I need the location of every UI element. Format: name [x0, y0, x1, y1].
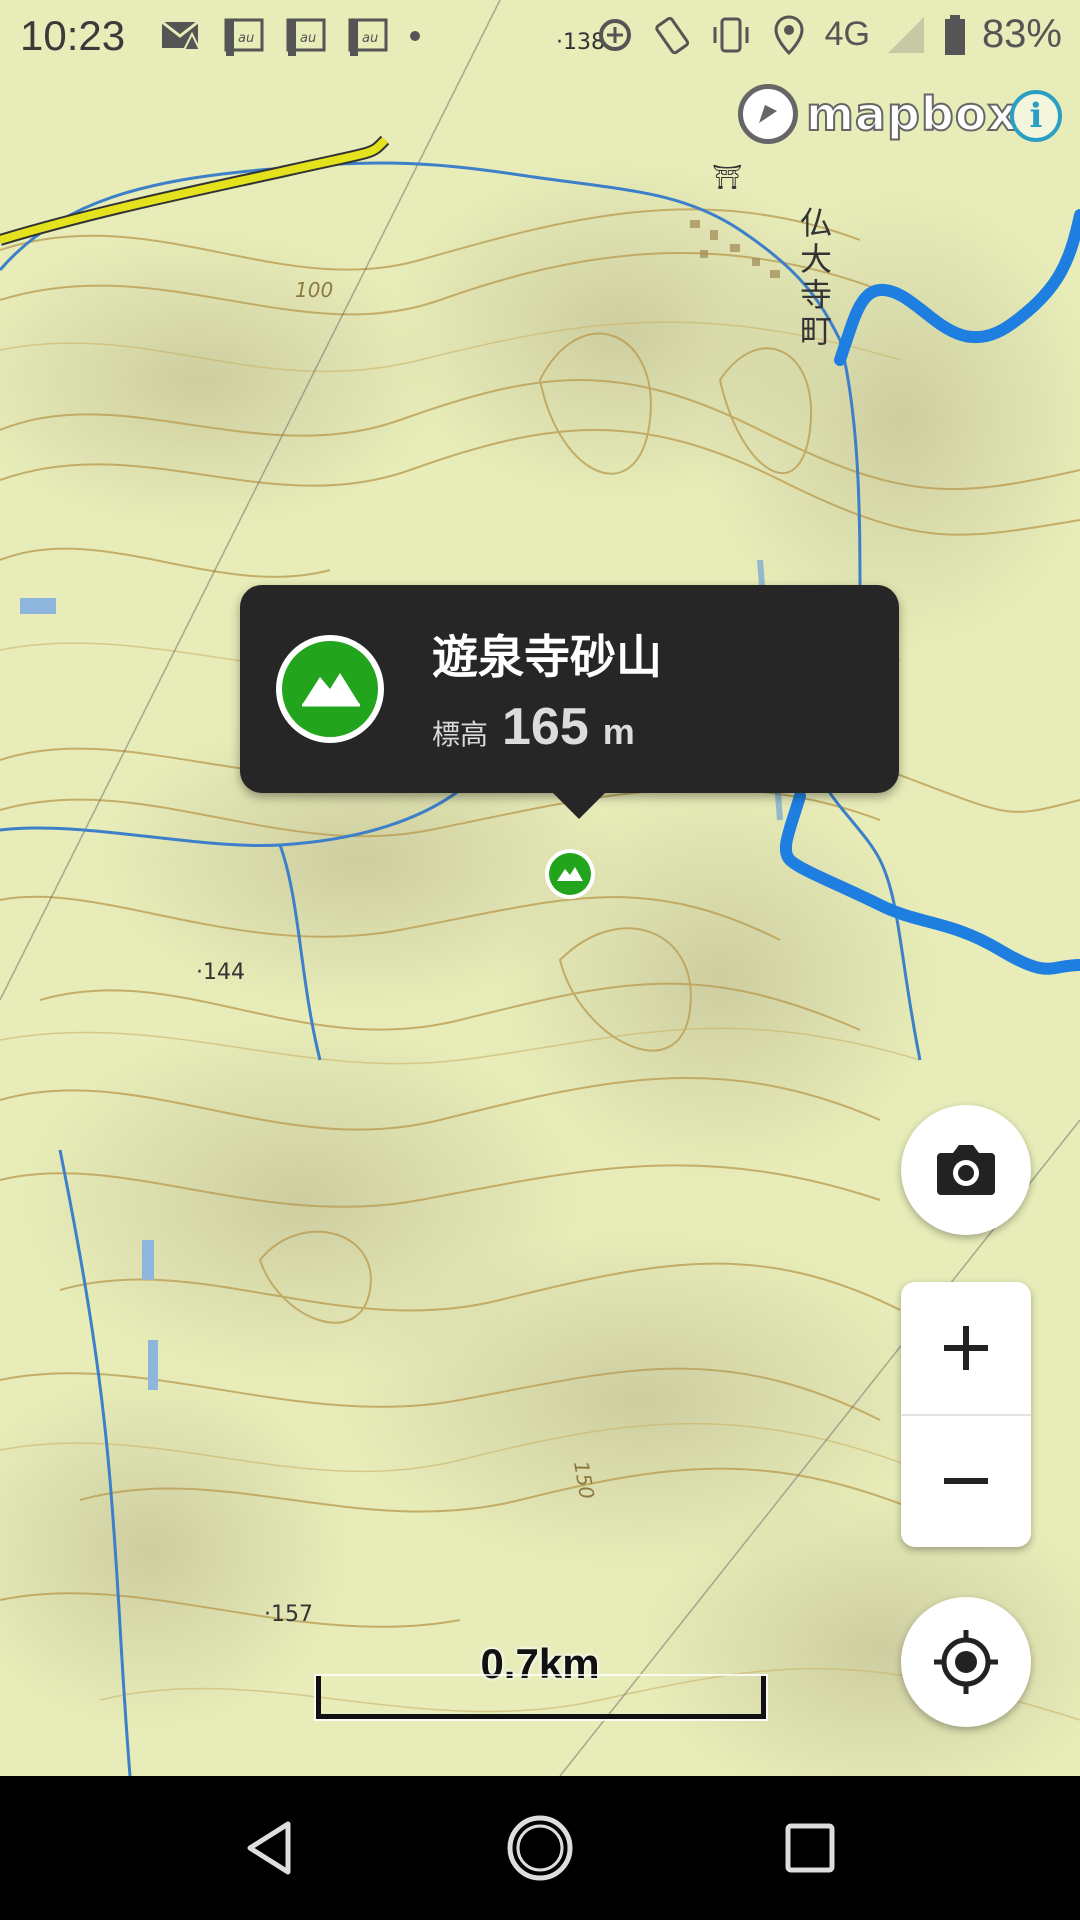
network-type: 4G: [824, 15, 870, 53]
camera-icon: [937, 1145, 995, 1195]
au-notification-icon: au: [348, 18, 388, 56]
scale-line: [316, 1676, 766, 1719]
scale-bar: 0.7km: [316, 1640, 766, 1719]
system-nav-bar: [0, 1776, 1080, 1920]
battery-icon: [944, 14, 965, 55]
elevation-unit: m: [602, 711, 635, 752]
spot-height-value: 144: [203, 960, 245, 985]
my-location-button[interactable]: [901, 1597, 1031, 1727]
mountain-icon: [549, 853, 591, 895]
minus-icon: [944, 1478, 988, 1484]
map-label-spot-144: ·144: [196, 960, 245, 985]
battery-percent: 83%: [981, 12, 1062, 56]
dot-icon: [410, 31, 420, 41]
location-icon: [774, 14, 804, 55]
data-saver-icon: [598, 18, 631, 51]
recents-icon: [785, 1823, 835, 1873]
rotate-icon: [654, 16, 689, 54]
mapbox-logo-icon: [738, 84, 798, 144]
svg-text:au: au: [362, 31, 378, 46]
crosshair-icon: [934, 1630, 998, 1694]
status-time: 10:23: [20, 12, 126, 59]
back-icon: [247, 1821, 291, 1875]
home-icon: [507, 1815, 573, 1881]
plus-icon: [944, 1326, 988, 1370]
elevation-row: 標高 165 m: [432, 697, 635, 757]
mapbox-logo-text: mapbox: [805, 86, 1019, 142]
map-label-town-char: 町: [800, 312, 833, 350]
mountain-icon: [276, 635, 384, 743]
status-bar: 10:23 au au au 4G 83%: [0, 0, 1080, 76]
system-icons: 4G 83%: [593, 12, 1062, 57]
back-button[interactable]: [218, 1798, 318, 1898]
camera-button[interactable]: [901, 1105, 1031, 1235]
map-label-town: 仏 大 寺 町: [800, 205, 840, 349]
zoom-in-button[interactable]: [901, 1282, 1031, 1414]
peak-info-popup[interactable]: 遊泉寺砂山 標高 165 m: [240, 585, 899, 819]
home-button[interactable]: [490, 1798, 590, 1898]
mail-error-icon: [161, 20, 202, 51]
svg-text:⛩: ⛩: [712, 163, 742, 191]
elevation-label: 標高: [432, 718, 489, 751]
svg-text:au: au: [300, 31, 316, 46]
map-label-spot-157: ·157: [264, 1602, 313, 1627]
map-label-town-char: 大: [800, 240, 833, 278]
au-notification-icon: au: [286, 18, 326, 56]
map-label-contour-100: 100: [295, 278, 334, 302]
au-notification-icon: au: [224, 18, 264, 56]
recents-button[interactable]: [760, 1798, 860, 1898]
peak-marker[interactable]: [545, 849, 595, 899]
map-label-town-char: 仏: [800, 204, 833, 242]
notification-icons: au au au: [160, 14, 422, 58]
svg-text:au: au: [238, 31, 254, 46]
vibrate-icon: [713, 17, 749, 52]
zoom-out-button[interactable]: [901, 1415, 1031, 1547]
map-label-town-char: 寺: [800, 276, 833, 314]
attribution-info-button[interactable]: i: [1010, 90, 1062, 142]
signal-icon: [887, 16, 924, 53]
elevation-value: 165: [502, 698, 589, 756]
zoom-controls: [901, 1282, 1031, 1547]
spot-height-value: 157: [271, 1602, 313, 1627]
mapbox-logo[interactable]: mapbox: [738, 84, 1018, 144]
peak-name: 遊泉寺砂山: [432, 630, 662, 684]
